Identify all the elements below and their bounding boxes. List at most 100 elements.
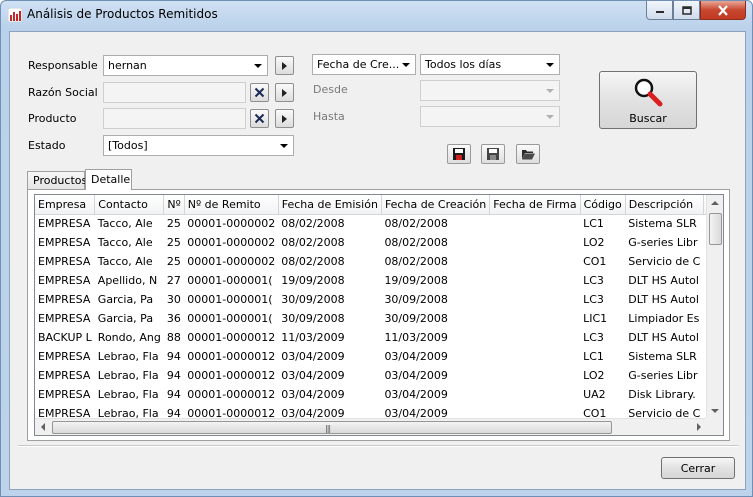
date-range-combo[interactable]: Todos los días <box>420 54 560 75</box>
column-header[interactable]: Fecha de Creación <box>381 195 491 215</box>
table-row[interactable]: EMPRESA Garcia, Pa 30 00001-000001(30/09/20… <box>35 290 707 309</box>
table-cell: 00001-000001( <box>187 312 273 325</box>
date-field-combo[interactable]: Fecha de Cre... <box>312 54 416 75</box>
column-header[interactable]: Código <box>580 195 626 215</box>
detail-grid[interactable]: Empresa Contacto Nº Nº de Remito Fecha de Em… <box>34 194 724 436</box>
producto-clear-button[interactable] <box>250 109 269 128</box>
table-cell: EMPRESA <box>38 388 91 401</box>
razon-social-go-button[interactable] <box>275 83 294 102</box>
close-window-button[interactable] <box>700 1 746 20</box>
title-bar[interactable]: Análisis de Productos Remitidos <box>1 1 752 29</box>
chevron-down-icon <box>402 63 410 67</box>
table-row[interactable]: EMPRESA Apellido, N 27 00001-000001(19/09/2… <box>35 271 707 290</box>
table-cell: EMPRESA <box>38 350 91 363</box>
table-cell: EMPRESA <box>38 236 91 249</box>
table-row[interactable]: EMPRESA Lebrao, Fla 94 00001-0000012 03/04/2… <box>35 347 707 366</box>
table-cell: Limpiador Es <box>628 312 700 325</box>
desde-label: Desde <box>313 83 348 96</box>
table-row[interactable]: EMPRESA Tacco, Ale 25 00001-0000002 08/02/20… <box>35 233 707 252</box>
scroll-left-icon[interactable] <box>41 423 45 431</box>
table-cell: 30/09/2008 <box>384 293 448 306</box>
table-cell: CO1 <box>583 255 607 268</box>
table-cell: LC3 <box>583 293 604 306</box>
arrow-right-icon <box>282 61 287 70</box>
table-cell: Garcia, Pa <box>97 312 154 325</box>
table-cell: EMPRESA <box>38 217 91 231</box>
table-row[interactable]: EMPRESA Lebrao, Fla 94 00001-0000012 03/04/2… <box>35 366 707 385</box>
table-cell: 88 <box>166 331 181 344</box>
scroll-right-icon[interactable] <box>697 423 701 431</box>
table-cell <box>490 252 580 271</box>
search-button[interactable]: Buscar <box>599 71 697 129</box>
table-cell: Tacco, Ale <box>97 217 153 231</box>
minimize-icon <box>655 11 664 13</box>
tab-detalle[interactable]: Detalle <box>85 169 132 190</box>
cerrar-button[interactable]: Cerrar <box>661 457 735 479</box>
table-cell: 00001-000001( <box>187 293 273 306</box>
open-filter-button[interactable] <box>516 144 540 164</box>
table-cell: Rondo, Ang <box>97 331 161 344</box>
scroll-up-icon[interactable] <box>711 201 719 205</box>
table-cell: 03/04/2009 <box>384 388 448 401</box>
table-cell: 08/02/2008 <box>281 236 345 249</box>
table-row[interactable]: EMPRESA Garcia, Pa 36 00001-000001(30/09/20… <box>35 309 707 328</box>
estado-label: Estado <box>28 139 66 152</box>
table-cell: 00001-0000002 <box>187 236 276 249</box>
scroll-down-icon[interactable] <box>711 409 719 413</box>
minimize-button[interactable] <box>646 1 673 20</box>
table-row[interactable]: EMPRESA Tacco, Ale 25 00001-0000002 08/02/20… <box>35 252 707 271</box>
table-cell: 03/04/2009 <box>384 369 448 382</box>
column-header[interactable]: Empresa <box>35 195 96 215</box>
table-row[interactable]: EMPRESA Lebrao, Fla 94 00001-0000012 03/04/2… <box>35 385 707 404</box>
divider <box>18 445 739 447</box>
column-header[interactable]: Descripción <box>625 195 704 215</box>
table-row[interactable]: EMPRESA Lebrao, Fla 94 00001-0000012 03/04/2… <box>35 404 707 419</box>
horizontal-scrollbar[interactable]: ||| <box>35 418 707 435</box>
producto-go-button[interactable] <box>275 109 294 128</box>
column-header[interactable]: Fecha de Firma <box>489 195 581 215</box>
save-filter-button[interactable] <box>447 144 471 164</box>
table-cell <box>490 233 580 252</box>
tab-productos[interactable]: Productos <box>27 171 87 189</box>
table-cell <box>490 290 580 309</box>
chart-app-icon <box>8 8 22 22</box>
producto-field[interactable] <box>103 108 246 129</box>
maximize-button[interactable] <box>673 1 700 20</box>
table-row[interactable]: BACKUP L Rondo, Ang 88 00001-0000012 11/03/2… <box>35 328 707 347</box>
arrow-right-icon <box>282 88 287 97</box>
table-cell: DLT HS Autol <box>628 274 699 287</box>
table-cell: 19/09/2008 <box>384 274 448 287</box>
table-row[interactable]: EMPRESA Tacco, Ale 25 00001-0000002 08/02/20… <box>35 214 707 233</box>
table-cell: 30/09/2008 <box>281 312 345 325</box>
razon-social-clear-button[interactable] <box>250 83 269 102</box>
table-cell: Lebrao, Fla <box>97 369 159 382</box>
estado-combo[interactable]: [Todos] <box>103 135 294 156</box>
desde-date-picker[interactable] <box>420 80 560 101</box>
table-cell: 30/09/2008 <box>281 293 345 306</box>
vertical-scrollbar[interactable] <box>706 195 723 419</box>
column-header[interactable]: Nº de Remito <box>184 195 279 215</box>
table-cell: 03/04/2009 <box>281 369 345 382</box>
save-as-filter-button[interactable] <box>481 144 505 164</box>
table-cell: 19/09/2008 <box>281 274 345 287</box>
column-header[interactable]: Nº <box>163 195 185 215</box>
table-cell: BACKUP L <box>38 331 92 344</box>
table-cell: 11/03/2009 <box>384 331 448 344</box>
table-cell: 30/09/2008 <box>384 312 448 325</box>
hasta-date-picker[interactable] <box>420 106 560 127</box>
razon-social-field[interactable] <box>103 82 246 103</box>
responsable-go-button[interactable] <box>275 56 294 75</box>
table-cell: Servicio de C <box>628 255 701 268</box>
chevron-down-icon <box>546 89 554 93</box>
column-header[interactable]: Fecha de Emisión <box>278 195 382 215</box>
table-cell: UA2 <box>583 388 606 401</box>
table-cell: EMPRESA <box>38 274 91 287</box>
responsable-value: hernan <box>108 59 147 72</box>
column-header[interactable]: Contacto <box>94 195 165 215</box>
responsable-combo[interactable]: hernan <box>103 55 268 76</box>
vertical-scroll-thumb[interactable] <box>709 213 722 245</box>
grid-body: EMPRESA Tacco, Ale 25 00001-0000002 08/02/20… <box>35 214 707 419</box>
horizontal-scroll-thumb[interactable]: ||| <box>52 421 612 434</box>
table-cell: 00001-0000012 <box>187 331 276 344</box>
table-cell: EMPRESA <box>38 255 91 268</box>
